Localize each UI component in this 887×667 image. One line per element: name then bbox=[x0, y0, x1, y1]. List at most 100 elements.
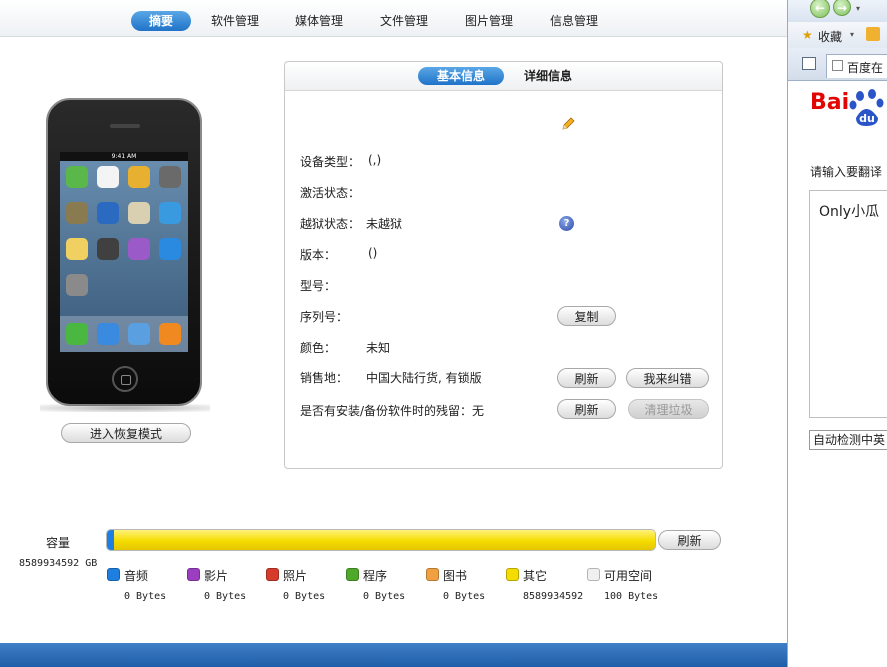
jailbreak-status-label: 越狱状态： bbox=[300, 217, 361, 231]
phone-app-icon bbox=[66, 323, 88, 345]
tab-message-management[interactable]: 信息管理 bbox=[544, 11, 604, 31]
nav-dropdown-icon[interactable]: ▾ bbox=[856, 4, 860, 13]
legend-swatch-icon bbox=[506, 568, 519, 581]
residual-files-label: 是否有安装/备份软件时的残留：无 bbox=[300, 402, 484, 419]
tab-detailed-info[interactable]: 详细信息 bbox=[513, 67, 583, 85]
phone-status-time: 9:41 AM bbox=[60, 152, 188, 161]
tab-software-management[interactable]: 软件管理 bbox=[205, 11, 265, 31]
language-detect-select[interactable]: 自动检测中英 bbox=[809, 430, 887, 450]
mail-app-icon bbox=[97, 323, 119, 345]
phone-speaker bbox=[110, 124, 140, 128]
legend-label: 音频 bbox=[124, 569, 149, 583]
legend-size-value: 0 Bytes bbox=[204, 591, 247, 602]
maps-app-icon bbox=[128, 202, 150, 224]
tab-summary[interactable]: 摘要 bbox=[131, 11, 191, 31]
favorites-dropdown-icon[interactable]: ▾ bbox=[850, 30, 854, 39]
tab-photo-management[interactable]: 图片管理 bbox=[459, 11, 519, 31]
phone-reflection bbox=[40, 404, 210, 412]
report-error-button[interactable]: 我来纠错 bbox=[626, 368, 709, 388]
phone-dock bbox=[60, 316, 188, 352]
color-label: 颜色： bbox=[300, 341, 337, 355]
favorites-button[interactable]: 收藏 bbox=[818, 28, 842, 45]
legend-label: 影片 bbox=[204, 569, 229, 583]
legend-label: 图书 bbox=[443, 569, 468, 583]
favorites-bar: ★ 收藏 ▾ bbox=[788, 22, 887, 49]
device-type-value: (,) bbox=[368, 153, 382, 167]
browser-nav-toolbar: ← → ▾ bbox=[788, 0, 887, 22]
weather-app-icon bbox=[159, 202, 181, 224]
legend-size-value: 0 Bytes bbox=[443, 591, 486, 602]
bottom-status-bar bbox=[0, 643, 787, 667]
device-type-label: 设备类型： bbox=[300, 155, 361, 169]
legend-label: 可用空间 bbox=[604, 569, 653, 583]
phone-home-button bbox=[112, 366, 138, 392]
legend-size-value: 0 Bytes bbox=[124, 591, 167, 602]
tab-basic-info[interactable]: 基本信息 bbox=[418, 67, 504, 85]
back-arrow-icon[interactable]: ← bbox=[810, 0, 830, 18]
favorites-star-icon: ★ bbox=[802, 28, 813, 42]
translate-input-box[interactable]: Only小瓜 bbox=[809, 190, 887, 418]
residual-files-value: 无 bbox=[472, 404, 485, 418]
settings-app-icon bbox=[66, 274, 88, 296]
baidu-paw-logo-icon: du bbox=[849, 89, 884, 126]
copy-serial-button[interactable]: 复制 bbox=[557, 306, 616, 326]
iphone-image: 9:41 AM bbox=[46, 98, 202, 406]
version-label: 版本： bbox=[300, 248, 337, 262]
browser-window: ← → ▾ ★ 收藏 ▾ 百度在 Bai du 请输入要翻译 Only小瓜 自动… bbox=[787, 0, 887, 667]
stocks-app-icon bbox=[97, 202, 119, 224]
model-label: 型号： bbox=[300, 279, 337, 293]
page-favicon-icon bbox=[832, 60, 843, 71]
legend-swatch-icon bbox=[346, 568, 359, 581]
capacity-label: 容量 bbox=[46, 536, 71, 550]
tab-file-management[interactable]: 文件管理 bbox=[374, 11, 434, 31]
translate-input-text: Only小瓜 bbox=[819, 204, 880, 220]
sales-region-value: 中国大陆行货, 有锁版 bbox=[366, 371, 482, 385]
messages-app-icon bbox=[66, 166, 88, 188]
browser-tab-baidu[interactable]: 百度在 bbox=[826, 54, 887, 78]
quick-tabs-icon[interactable] bbox=[802, 57, 816, 70]
app-store-icon bbox=[159, 238, 181, 260]
residual-files-label-text: 是否有安装/备份软件时的残留： bbox=[300, 404, 473, 418]
baidu-logo-text: Bai bbox=[810, 90, 850, 115]
legend-label: 照片 bbox=[283, 569, 308, 583]
clean-junk-button[interactable]: 清理垃圾 bbox=[628, 399, 709, 419]
main-nav-bar: 摘要 软件管理 媒体管理 文件管理 图片管理 信息管理 bbox=[0, 0, 787, 37]
version-value: () bbox=[368, 246, 378, 260]
photos-app-icon bbox=[128, 166, 150, 188]
tab-media-management[interactable]: 媒体管理 bbox=[289, 11, 349, 31]
capacity-bar bbox=[106, 529, 656, 551]
legend-label: 其它 bbox=[523, 569, 548, 583]
sales-region-label: 销售地： bbox=[300, 371, 349, 385]
serial-number-label: 序列号： bbox=[300, 310, 349, 324]
browser-tab-title: 百度在 bbox=[847, 61, 884, 75]
color-value: 未知 bbox=[366, 341, 391, 355]
refresh-region-button[interactable]: 刷新 bbox=[557, 368, 616, 388]
enter-recovery-mode-button[interactable]: 进入恢复模式 bbox=[61, 423, 191, 443]
translate-prompt: 请输入要翻译 bbox=[810, 165, 883, 179]
forward-arrow-icon[interactable]: → bbox=[833, 0, 851, 16]
legend-size-value: 0 Bytes bbox=[363, 591, 406, 602]
legend-swatch-icon bbox=[107, 568, 120, 581]
ipod-app-icon bbox=[159, 323, 181, 345]
capacity-total: 8589934592 GB bbox=[19, 558, 98, 569]
capacity-segment-0 bbox=[107, 530, 114, 550]
phone-screen: 9:41 AM bbox=[60, 152, 188, 352]
legend-swatch-icon bbox=[426, 568, 439, 581]
calendar-app-icon bbox=[97, 166, 119, 188]
assistant-app-window: 摘要 软件管理 媒体管理 文件管理 图片管理 信息管理 9:41 AM 进入恢复… bbox=[0, 0, 787, 667]
refresh-residual-button[interactable]: 刷新 bbox=[557, 399, 616, 419]
help-question-icon[interactable]: ? bbox=[559, 216, 574, 231]
legend-size-value: 8589934592 bbox=[523, 591, 584, 602]
notes-app-icon bbox=[66, 238, 88, 260]
legend-swatch-icon bbox=[187, 568, 200, 581]
itunes-app-icon bbox=[128, 238, 150, 260]
legend-size-value: 100 Bytes bbox=[604, 591, 659, 602]
pencil-edit-icon[interactable] bbox=[560, 116, 576, 132]
browser-tab-row: 百度在 bbox=[788, 48, 887, 81]
refresh-capacity-button[interactable]: 刷新 bbox=[658, 530, 721, 550]
info-panel-tabs: 基本信息 详细信息 bbox=[285, 62, 722, 91]
activation-status-label: 激活状态： bbox=[300, 186, 361, 200]
youtube-app-icon bbox=[66, 202, 88, 224]
safari-app-icon bbox=[128, 323, 150, 345]
suggested-sites-icon[interactable] bbox=[866, 27, 880, 41]
